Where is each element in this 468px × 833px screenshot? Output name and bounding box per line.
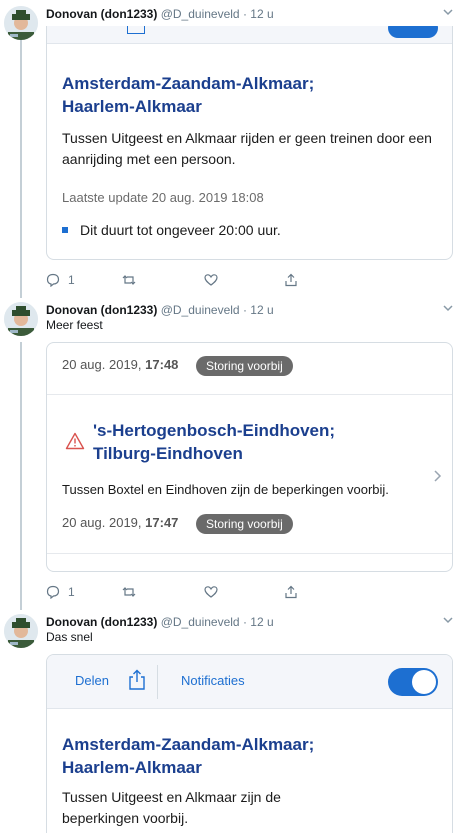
- tweet[interactable]: Donovan (don1233) @D_duineveld · 12 u Me…: [0, 302, 468, 602]
- disruption-text: Tussen Uitgeest en Alkmaar rijden er gee…: [62, 130, 432, 167]
- reply-count: 1: [68, 585, 75, 599]
- route-title[interactable]: 's-Hertogenbosch-Eindhoven; Tilburg-Eind…: [93, 419, 373, 465]
- link-card[interactable]: Delen Notificaties Amsterdam-Zaandam-Alk…: [46, 654, 453, 833]
- retweet-icon: [122, 275, 136, 285]
- reply-icon: [46, 585, 60, 599]
- share-box-icon: [127, 26, 145, 34]
- chevron-down-icon[interactable]: [442, 302, 454, 314]
- card-toolbar: Delen Notificaties: [47, 655, 452, 709]
- notifications-button[interactable]: Notificaties: [181, 673, 245, 688]
- tweet-header: Donovan (don1233) @D_duineveld · 12 u: [46, 302, 274, 318]
- retweet-button[interactable]: [122, 272, 136, 288]
- toggle-remnant: [388, 26, 438, 38]
- tweet-time[interactable]: 12 u: [250, 615, 273, 629]
- share-button[interactable]: [284, 272, 298, 288]
- tweet-time[interactable]: 12 u: [250, 303, 273, 317]
- share-box-icon[interactable]: [127, 669, 147, 691]
- tweet-header: Donovan (don1233) @D_duineveld · 12 u: [46, 614, 274, 630]
- avatar[interactable]: [4, 614, 38, 648]
- share-icon: [285, 585, 297, 599]
- chevron-right-icon[interactable]: [432, 469, 442, 483]
- user-name[interactable]: Donovan (don1233): [46, 615, 157, 629]
- like-icon: [204, 586, 218, 598]
- separator-dot: ·: [242, 615, 247, 629]
- like-button[interactable]: [204, 272, 218, 288]
- status-badge: Storing voorbij: [196, 513, 293, 534]
- tweet-time[interactable]: 12 u: [250, 7, 273, 21]
- link-card[interactable]: 20 aug. 2019, 17:48 Storing voorbij 's-H…: [46, 342, 453, 572]
- status-date: 20 aug. 2019,: [62, 515, 142, 530]
- reply-button[interactable]: 1: [46, 584, 75, 600]
- status-row-2: 20 aug. 2019, 17:47 Storing voorbij: [62, 512, 293, 534]
- status-row: 20 aug. 2019, 17:48 Storing voorbij: [62, 354, 293, 376]
- tweet-header: Donovan (don1233) @D_duineveld · 12 u: [46, 6, 274, 22]
- like-icon: [204, 274, 218, 286]
- chevron-down-icon[interactable]: [442, 614, 454, 626]
- separator-dot: ·: [242, 303, 247, 317]
- status-date: 20 aug. 2019,: [62, 357, 142, 372]
- share-button[interactable]: [284, 584, 298, 600]
- toolbar-divider: [157, 665, 158, 699]
- retweet-button[interactable]: [122, 584, 136, 600]
- toggle-knob: [412, 670, 436, 694]
- tweet-actions: 1: [46, 272, 306, 288]
- avatar[interactable]: [4, 6, 38, 40]
- user-name[interactable]: Donovan (don1233): [46, 303, 157, 317]
- separator-dot: ·: [242, 7, 247, 21]
- notifications-toggle[interactable]: [388, 668, 438, 696]
- status-badge: Storing voorbij: [196, 355, 293, 376]
- tweet[interactable]: Donovan (don1233) @D_duineveld · 12 u Am…: [0, 6, 468, 296]
- duration-text: Dit duurt tot ongeveer 20:00 uur.: [80, 222, 281, 238]
- card-divider: [47, 553, 452, 554]
- like-button[interactable]: [204, 584, 218, 600]
- status-time: 17:47: [145, 515, 179, 530]
- retweet-icon: [122, 587, 136, 597]
- chevron-down-icon[interactable]: [442, 6, 454, 18]
- link-card[interactable]: Amsterdam-Zaandam-Alkmaar; Haarlem-Alkma…: [46, 26, 453, 260]
- warning-icon: [65, 432, 85, 450]
- disruption-text: Tussen Boxtel en Eindhoven zijn de beper…: [62, 482, 389, 497]
- bullet-square: [62, 227, 68, 234]
- share-icon: [285, 273, 297, 287]
- route-title[interactable]: Amsterdam-Zaandam-Alkmaar; Haarlem-Alkma…: [62, 733, 322, 779]
- reply-button[interactable]: 1: [46, 272, 75, 288]
- tweet-actions: 1: [46, 584, 306, 600]
- user-name[interactable]: Donovan (don1233): [46, 7, 157, 21]
- user-handle[interactable]: @D_duineveld: [161, 7, 240, 21]
- reply-icon: [46, 273, 60, 287]
- last-update: Laatste update 20 aug. 2019 18:08: [62, 190, 264, 205]
- card-header-row: 20 aug. 2019, 17:48 Storing voorbij: [47, 343, 452, 395]
- tweet[interactable]: Donovan (don1233) @D_duineveld · 12 u Da…: [0, 614, 468, 833]
- route-title[interactable]: Amsterdam-Zaandam-Alkmaar; Haarlem-Alkma…: [62, 72, 322, 118]
- toolbar-remnant: [47, 26, 452, 44]
- tweet-text: Meer feest: [46, 318, 103, 332]
- status-time: 17:48: [145, 357, 179, 372]
- avatar[interactable]: [4, 302, 38, 336]
- user-handle[interactable]: @D_duineveld: [161, 303, 240, 317]
- tweet-text: Das snel: [46, 630, 93, 644]
- expected-duration: Dit duurt tot ongeveer 20:00 uur.: [62, 220, 281, 240]
- reply-count: 1: [68, 273, 75, 287]
- disruption-text: Tussen Uitgeest en Alkmaar zijn de beper…: [62, 789, 281, 826]
- user-handle[interactable]: @D_duineveld: [161, 615, 240, 629]
- share-label-button[interactable]: Delen: [75, 673, 109, 688]
